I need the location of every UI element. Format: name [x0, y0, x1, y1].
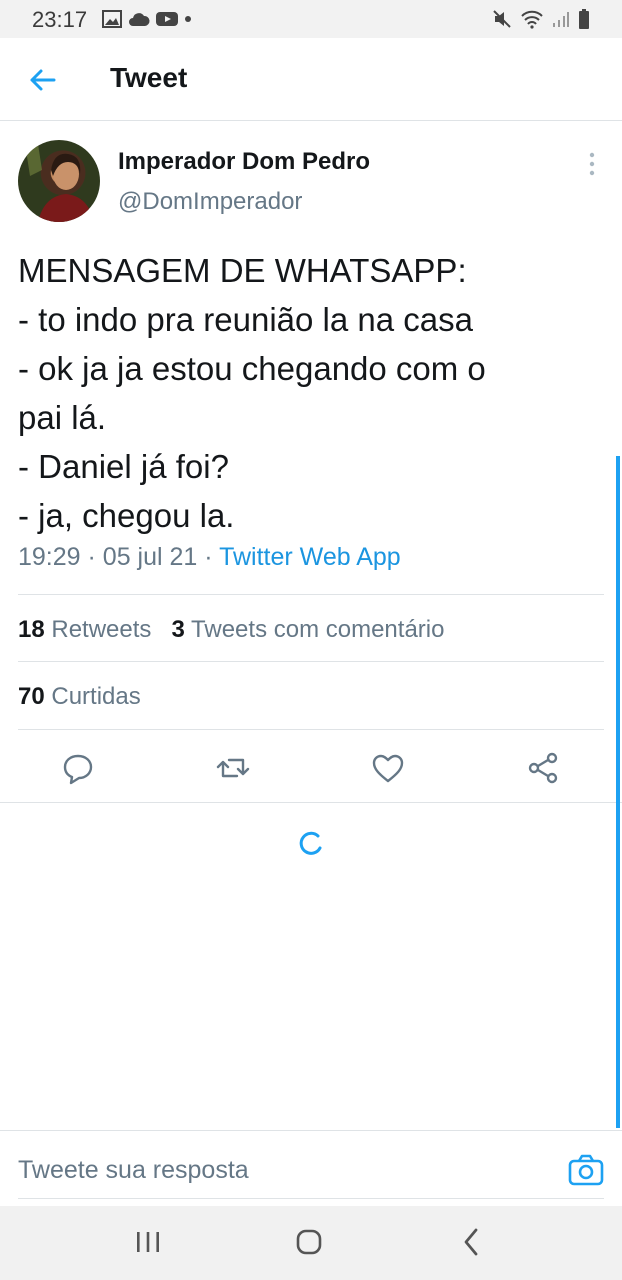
share-icon[interactable] [523, 748, 563, 788]
tweet-source-link[interactable]: Twitter Web App [219, 543, 401, 571]
signal-icon [553, 12, 569, 27]
tweet-meta: 19:29 · 05 jul 21 · Twitter Web App [18, 543, 401, 572]
status-time: 23:17 [32, 7, 88, 32]
retweets-link[interactable]: 18 Retweets [18, 616, 151, 643]
back-nav-icon[interactable] [452, 1222, 492, 1262]
status-notification-icons [102, 9, 192, 29]
quotes-link[interactable]: 3 Tweets com comentário [171, 616, 444, 643]
quotes-label: Tweets com comentário [191, 616, 445, 643]
scrollbar[interactable] [616, 456, 620, 1128]
avatar-portrait-icon [26, 144, 94, 222]
page-title: Tweet [110, 62, 188, 93]
like-heart-icon[interactable] [368, 748, 408, 788]
tweet-time: 19:29 [18, 543, 81, 571]
dot-icon [185, 16, 191, 22]
quotes-count: 3 [171, 616, 185, 643]
likes-count: 70 [18, 683, 45, 710]
likes-link[interactable]: 70 Curtidas [18, 683, 141, 710]
image-icon [102, 10, 122, 28]
actions-divider [0, 802, 622, 803]
mute-icon [493, 10, 511, 28]
retweet-stats: 18 Retweets 3 Tweets com comentário [18, 616, 444, 644]
cloud-icon [129, 13, 150, 26]
header-divider [0, 120, 622, 121]
wifi-icon [521, 10, 543, 29]
retweet-icon[interactable] [213, 748, 253, 788]
retweets-label: Retweets [51, 616, 152, 643]
reply-divider-top [0, 1130, 622, 1131]
back-arrow-icon[interactable] [24, 62, 60, 98]
stats-divider-top [18, 594, 604, 595]
tweet-text: MENSAGEM DE WHATSAPP: - to indo pra reun… [18, 246, 598, 540]
stats-divider-middle [18, 661, 604, 662]
status-system-icons [492, 8, 590, 30]
tweet-line: - Daniel já foi? [18, 448, 229, 485]
camera-icon[interactable] [566, 1150, 606, 1190]
youtube-icon [156, 12, 178, 26]
loading-spinner-icon [299, 831, 322, 855]
reply-divider-bottom [18, 1198, 604, 1199]
author-handle[interactable]: @DomImperador [118, 188, 302, 216]
avatar[interactable] [18, 140, 100, 222]
tweet-line: - ja, chegou la. [18, 497, 235, 534]
tweet-line: pai lá. [18, 399, 107, 436]
status-bar: 23:17 [0, 0, 622, 38]
meta-separator: · [204, 543, 220, 571]
likes-label: Curtidas [51, 683, 141, 710]
top-bar: Tweet [0, 38, 622, 120]
tweet-line: - to indo pra reunião la na casa [18, 301, 473, 338]
tweet-line: MENSAGEM DE WHATSAPP: [18, 252, 467, 289]
retweets-count: 18 [18, 616, 45, 643]
meta-separator: · [87, 543, 103, 571]
author-name[interactable]: Imperador Dom Pedro [118, 148, 370, 176]
reply-icon[interactable] [58, 748, 98, 788]
likes-stats: 70 Curtidas [18, 683, 141, 711]
stats-divider-bottom [18, 729, 604, 730]
reply-input[interactable]: Tweete sua resposta [18, 1156, 249, 1185]
tweet-date: 05 jul 21 [102, 543, 198, 571]
battery-icon [579, 9, 589, 29]
recent-apps-icon[interactable] [128, 1222, 168, 1262]
more-options-icon[interactable] [582, 150, 602, 178]
home-icon[interactable] [289, 1222, 329, 1262]
tweet-line: - ok ja ja estou chegando com o [18, 350, 486, 387]
